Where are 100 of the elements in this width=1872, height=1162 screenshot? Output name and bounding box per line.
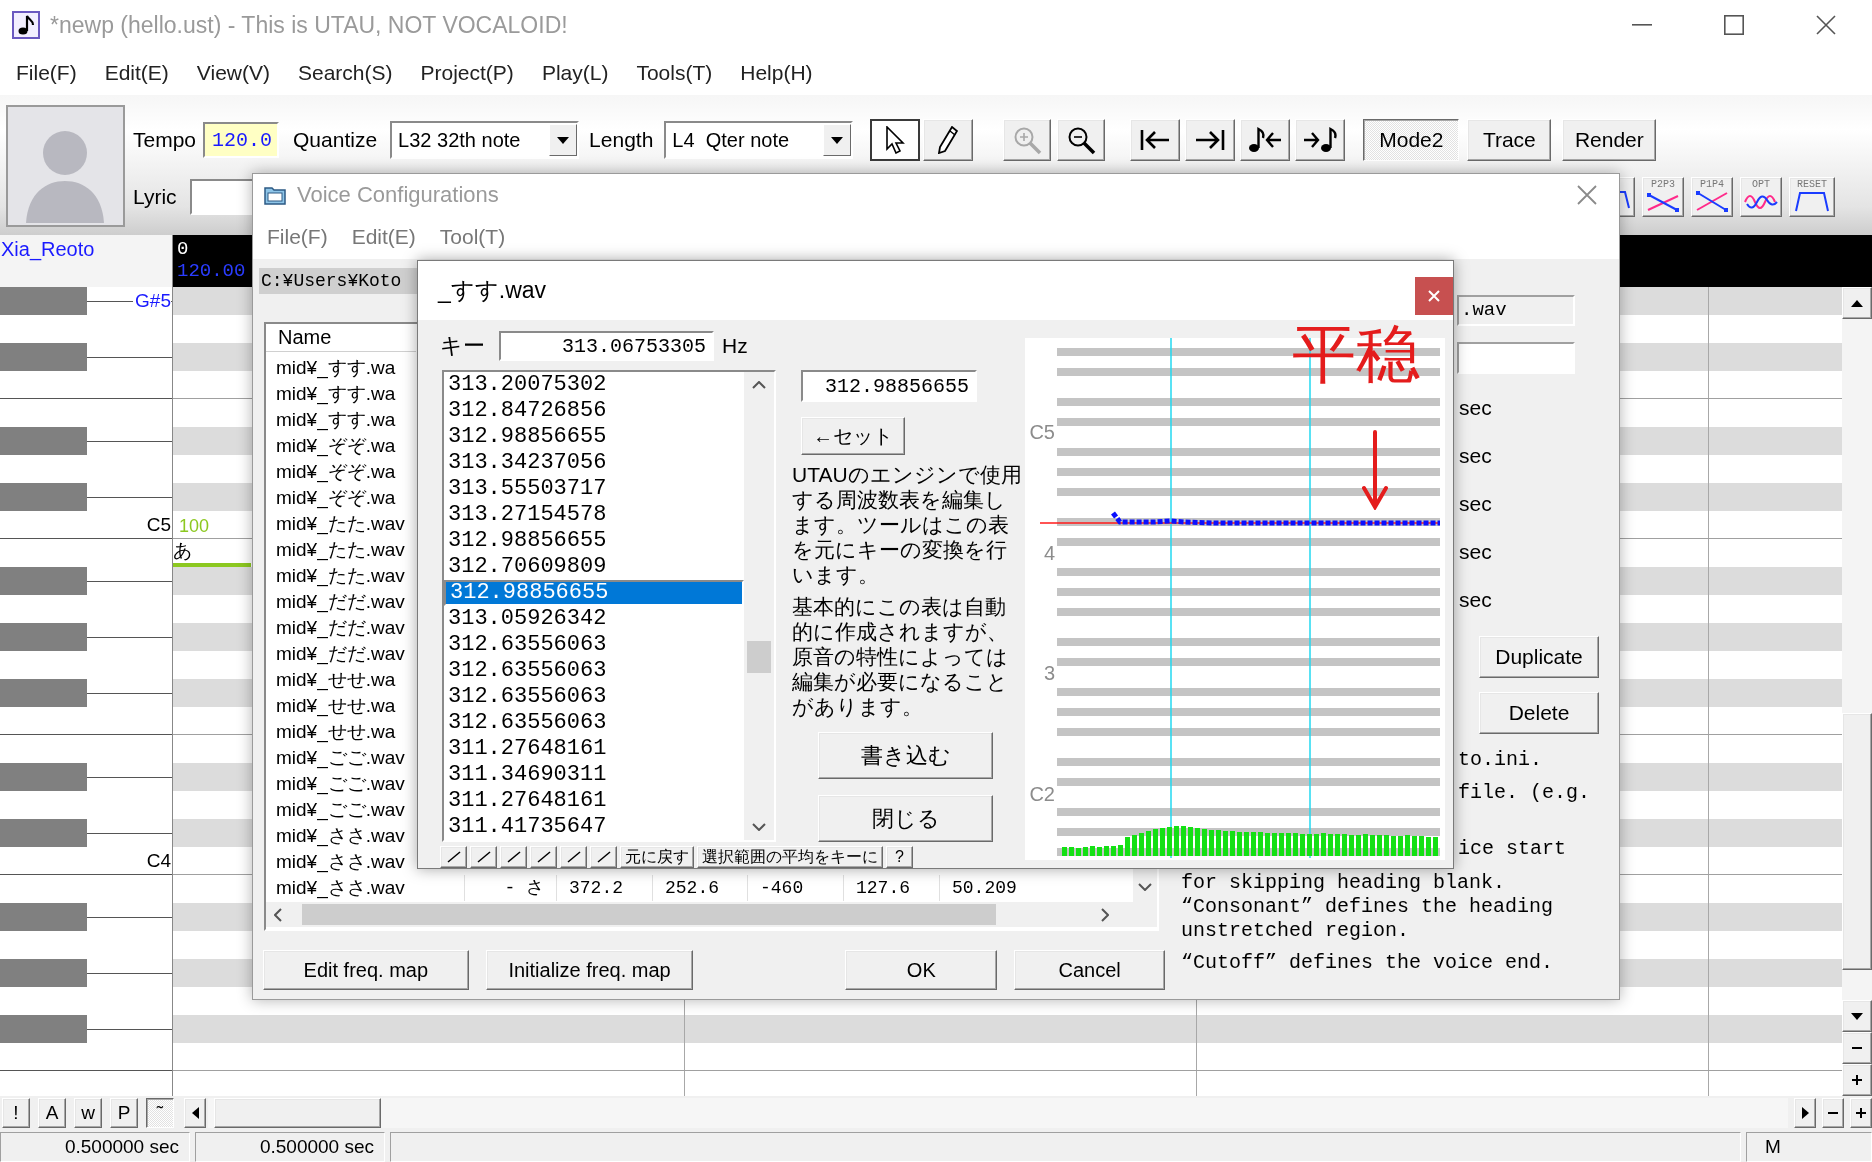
track-toggle-button[interactable]: w: [74, 1098, 102, 1128]
volume-bar: [1258, 832, 1263, 856]
file-field[interactable]: .wav: [1457, 295, 1575, 326]
list-item[interactable]: 313.34237056: [444, 450, 744, 476]
tool-button[interactable]: 元に戻す: [620, 846, 694, 868]
dialog-button[interactable]: 閉じる: [818, 795, 993, 842]
navigation-button[interactable]: [1295, 119, 1346, 161]
dialog-button[interactable]: Delete: [1479, 692, 1599, 734]
menu-item[interactable]: Project(P): [406, 60, 528, 85]
line-icon: [536, 851, 551, 863]
range-marker-line[interactable]: [1170, 338, 1172, 859]
scroll-left-button[interactable]: [184, 1098, 206, 1128]
list-item[interactable]: 312.63556063: [444, 658, 744, 684]
list-item[interactable]: 312.63556063: [444, 632, 744, 658]
tool-button[interactable]: 選択範囲の平均をキーに: [697, 846, 883, 868]
dialog-button[interactable]: Edit freq. map: [263, 950, 469, 990]
scroll-down-button[interactable]: [1842, 1000, 1872, 1032]
tool-button[interactable]: [870, 119, 921, 161]
track-toggle-button[interactable]: ˜: [146, 1098, 174, 1128]
close-button[interactable]: [1577, 184, 1597, 205]
volume-bar: [1237, 832, 1242, 856]
menu-item[interactable]: Edit(E): [339, 225, 428, 249]
volume-bar: [1223, 831, 1228, 856]
length-dropdown[interactable]: L4 Qter note: [664, 121, 854, 159]
scroll-right-button[interactable]: [1794, 1098, 1816, 1128]
navigation-button[interactable]: [1185, 119, 1236, 161]
menu-item[interactable]: View(V): [182, 60, 284, 85]
zoom-out-button[interactable]: [1822, 1098, 1844, 1128]
track-toggle-button[interactable]: P: [110, 1098, 138, 1128]
menu-item[interactable]: Edit(E): [90, 60, 183, 85]
list-item[interactable]: 313.55503717: [444, 476, 744, 502]
dialog-button[interactable]: Duplicate: [1479, 636, 1599, 678]
volume-bar: [1349, 835, 1354, 856]
close-button[interactable]: [1415, 277, 1453, 315]
scroll-up-button[interactable]: [1842, 287, 1872, 319]
navigation-button[interactable]: [1130, 119, 1181, 161]
mode-button[interactable]: Trace: [1467, 119, 1552, 161]
list-item[interactable]: 311.41735647: [444, 814, 744, 840]
mode-button[interactable]: Render: [1562, 119, 1657, 161]
mode-button[interactable]: Mode2: [1363, 119, 1460, 161]
zoom-in-button[interactable]: [1850, 1098, 1872, 1128]
frequency-field[interactable]: 312.98856655: [801, 370, 977, 402]
dialog-button[interactable]: 書き込む: [818, 732, 993, 779]
volume-bar: [1265, 833, 1270, 856]
list-item[interactable]: 312.63556063: [444, 710, 744, 736]
menu-item[interactable]: Tools(T): [622, 60, 727, 85]
quantize-dropdown[interactable]: L32 32th note: [390, 121, 580, 159]
menu-item[interactable]: Help(H): [726, 60, 827, 85]
menu-item[interactable]: Search(S): [284, 60, 407, 85]
volume-bar: [1209, 830, 1214, 856]
zoom-out-button[interactable]: [1842, 1032, 1872, 1064]
envelope-preset-button[interactable]: P2P3: [1642, 177, 1684, 217]
envelope-preset-button[interactable]: OPT: [1740, 177, 1782, 217]
list-item[interactable]: 312.98856655: [444, 580, 744, 606]
scrollbar-thumb[interactable]: [1842, 713, 1872, 970]
scrollbar-thumb[interactable]: [214, 1098, 381, 1128]
table-cell-text: mid¥_ぞぞ.wa: [275, 486, 397, 511]
track-name[interactable]: Xia_Reoto: [0, 235, 173, 287]
track-toggle-button[interactable]: A: [38, 1098, 66, 1128]
set-button[interactable]: ←セット: [801, 417, 905, 455]
track-toggle-button[interactable]: !: [2, 1098, 30, 1128]
list-item[interactable]: 312.98856655: [444, 528, 744, 554]
dialog-button[interactable]: OK: [845, 950, 998, 990]
list-item[interactable]: 313.27154578: [444, 502, 744, 528]
zoom-out-icon: [1066, 125, 1097, 155]
volume-bar: [1398, 836, 1403, 856]
list-item[interactable]: 313.05926342: [444, 606, 744, 632]
list-item[interactable]: 311.34690311: [444, 762, 744, 788]
dialog-button[interactable]: Initialize freq. map: [485, 950, 694, 990]
length-label: Length: [589, 128, 654, 152]
tempo-field[interactable]: 120.0: [203, 122, 280, 158]
table-cell-text: mid¥_すす.wa: [275, 356, 397, 381]
key-frequency-field[interactable]: 313.06753305: [499, 331, 714, 361]
menu-item[interactable]: Tool(T): [427, 225, 518, 249]
table-cell-text: mid¥_たた.wav: [275, 538, 406, 563]
menu-item[interactable]: File(F): [255, 225, 340, 249]
dialog-button[interactable]: Cancel: [1014, 950, 1165, 990]
menu-item[interactable]: File(F): [2, 60, 91, 85]
list-item[interactable]: 312.98856655: [444, 424, 744, 450]
list-item[interactable]: 313.20075302: [444, 372, 744, 398]
text-field[interactable]: [1457, 342, 1575, 374]
list-item[interactable]: 311.27648161: [444, 788, 744, 814]
range-marker-line[interactable]: [1309, 338, 1311, 859]
scrollbar-thumb[interactable]: [747, 641, 771, 673]
scrollbar-thumb[interactable]: [302, 904, 996, 925]
list-item[interactable]: 312.63556063: [444, 684, 744, 710]
help-text: ice start: [1458, 837, 1567, 861]
list-item[interactable]: 311.27648161: [444, 736, 744, 762]
dialog-title: Voice Configurations: [297, 181, 499, 208]
menu-item[interactable]: Play(L): [527, 60, 623, 85]
list-item[interactable]: 312.70609809: [444, 554, 744, 580]
tool-button[interactable]: ?: [886, 846, 913, 868]
zoom-button[interactable]: [1057, 119, 1106, 161]
pitch-label: 3: [1043, 662, 1055, 685]
column-header[interactable]: Name: [266, 324, 416, 352]
list-item[interactable]: 312.84726856: [444, 398, 744, 424]
envelope-preset-button[interactable]: P1P4: [1691, 177, 1733, 217]
envelope-preset-button[interactable]: RESET: [1789, 177, 1835, 217]
navigation-button[interactable]: [1240, 119, 1291, 161]
zoom-in-button[interactable]: [1842, 1064, 1872, 1096]
